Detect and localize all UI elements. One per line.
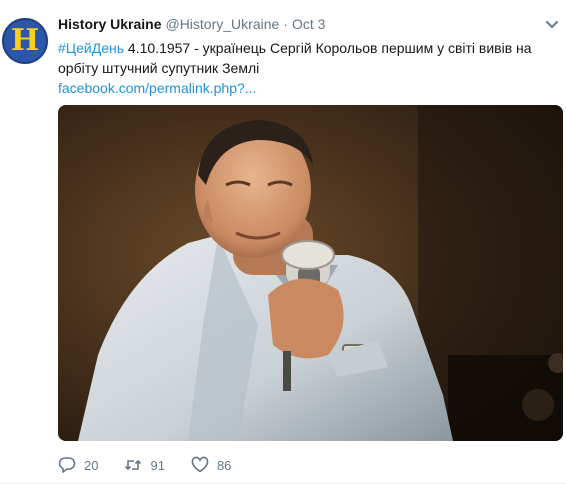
chevron-down-icon[interactable] (545, 20, 559, 30)
retweet-button[interactable]: 91 (124, 456, 165, 474)
external-link[interactable]: facebook.com/permalink.php?... (58, 78, 558, 98)
retweet-icon (125, 459, 142, 471)
retweet-count: 91 (150, 457, 165, 473)
avatar[interactable]: H (2, 18, 48, 64)
author-handle[interactable]: @History_Ukraine (165, 16, 279, 32)
tweet-header: History Ukraine @History_Ukraine · Oct 3 (58, 16, 325, 34)
like-button[interactable]: 86 (191, 456, 231, 474)
avatar-logo-letter: H (10, 23, 40, 58)
header-separator: · (283, 16, 288, 32)
photo-image (58, 105, 563, 441)
reply-button[interactable]: 20 (58, 456, 98, 474)
tweet-photo[interactable] (58, 105, 563, 441)
reply-icon (58, 457, 76, 473)
author-name[interactable]: History Ukraine (58, 16, 161, 32)
reply-count: 20 (84, 457, 99, 473)
hashtag-link[interactable]: #ЦейДень (58, 40, 124, 56)
tweet: H History Ukraine @History_Ukraine · Oct… (0, 0, 566, 484)
tweet-actions: 20 91 86 (58, 456, 257, 474)
tweet-text: #ЦейДень 4.10.1957 - українець Сергій Ко… (58, 38, 558, 98)
heart-icon (191, 456, 209, 473)
tweet-body: 4.10.1957 - українець Сергій Корольов пе… (58, 40, 532, 76)
like-count: 86 (216, 457, 232, 473)
tweet-timestamp[interactable]: Oct 3 (292, 16, 325, 32)
